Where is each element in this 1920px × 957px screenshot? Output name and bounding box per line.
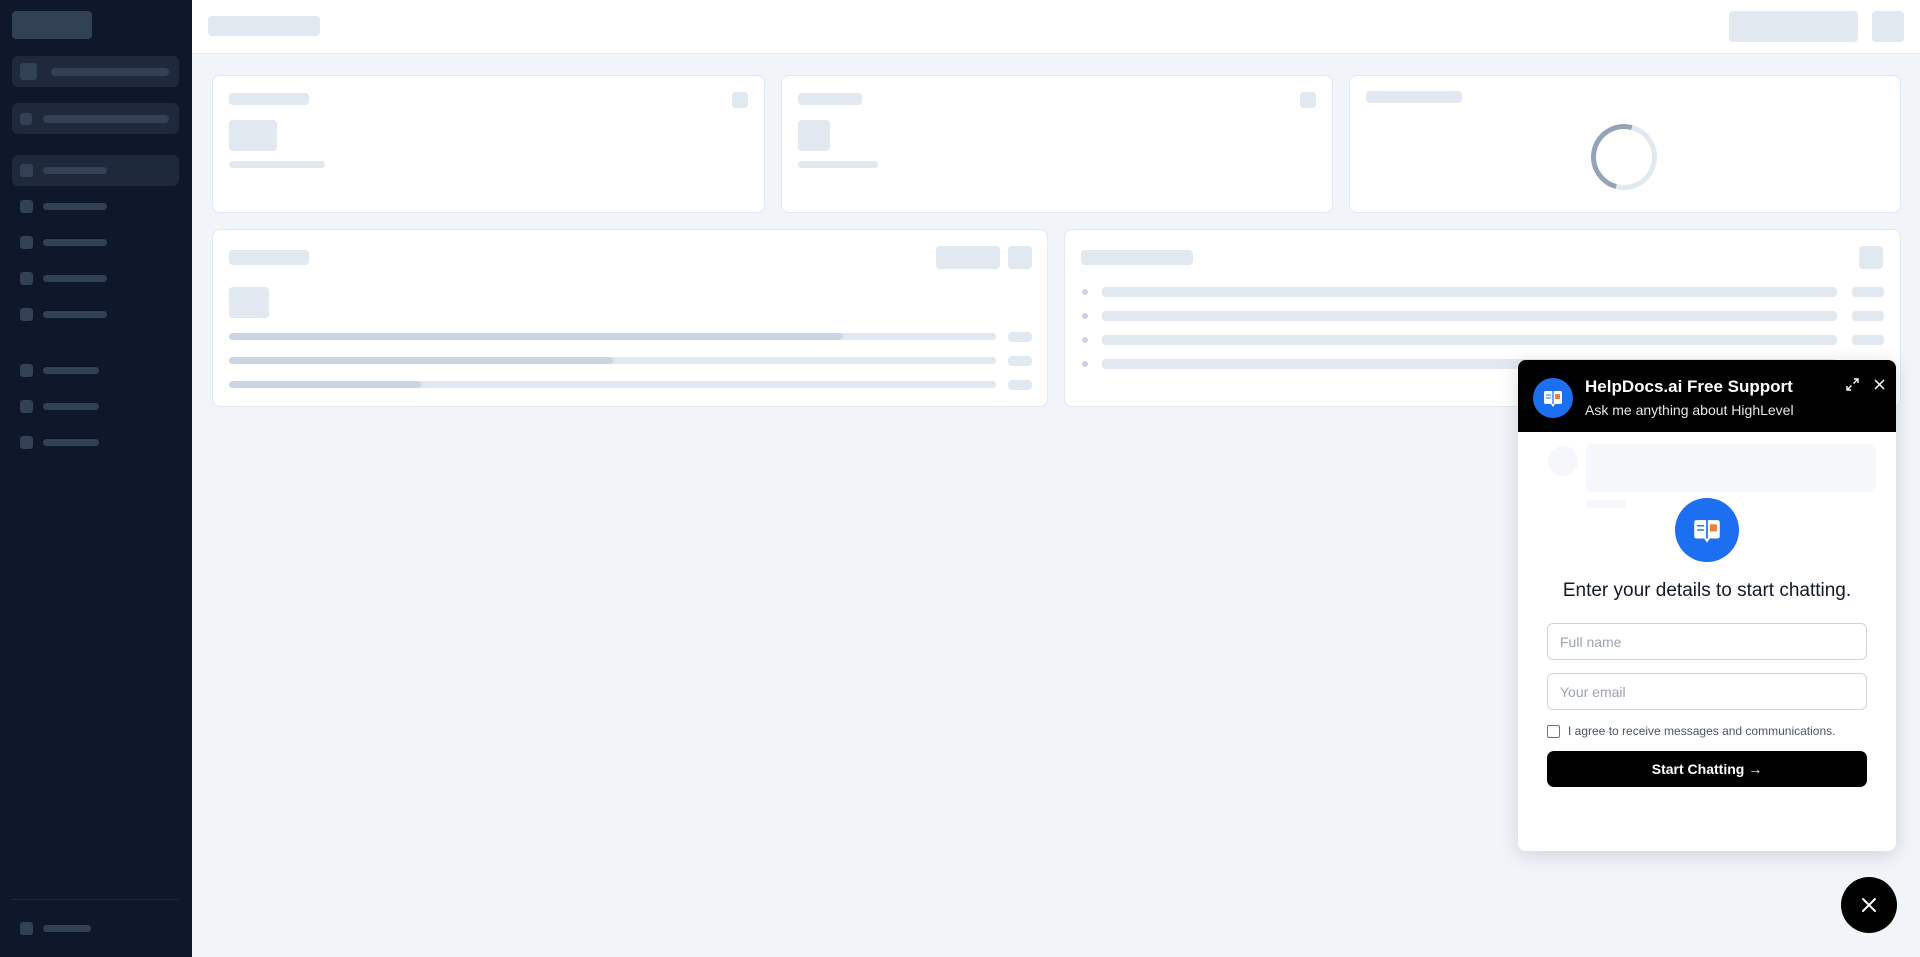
sidebar-item-placeholder [12, 155, 179, 186]
sidebar-item-placeholder [12, 427, 179, 458]
sidebar-item-placeholder [12, 355, 179, 386]
chat-prompt: Enter your details to start chatting. [1562, 580, 1852, 601]
chat-header: HelpDocs.ai Free Support Ask me anything… [1518, 360, 1896, 432]
close-icon[interactable] [1869, 374, 1889, 394]
consent-checkbox[interactable] [1547, 724, 1560, 738]
stat-card-placeholder [781, 75, 1333, 213]
sidebar-item-placeholder [12, 299, 179, 330]
sidebar-item-placeholder [12, 227, 179, 258]
stat-card-placeholder [212, 75, 765, 213]
account-switcher-placeholder [12, 56, 179, 87]
book-chat-icon [1533, 378, 1573, 418]
sidebar [0, 0, 192, 957]
progress-card-placeholder [212, 229, 1048, 407]
sidebar-divider [12, 899, 179, 900]
chat-title: HelpDocs.ai Free Support [1585, 377, 1793, 396]
page-title-placeholder [208, 16, 320, 36]
expand-icon[interactable] [1842, 374, 1862, 394]
close-icon [1862, 898, 1876, 912]
start-chatting-button[interactable]: Start Chatting → [1547, 751, 1867, 787]
topbar [192, 0, 1920, 54]
sidebar-item-placeholder [12, 391, 179, 422]
topbar-icon-placeholder [1872, 11, 1904, 42]
sidebar-item-placeholder [12, 191, 179, 222]
email-input[interactable] [1547, 673, 1867, 710]
book-chat-icon [1675, 498, 1739, 562]
progress-bar-placeholder [229, 357, 996, 364]
chat-subtitle: Ask me anything about HighLevel [1585, 402, 1794, 418]
topbar-button-placeholder [1729, 11, 1858, 42]
full-name-input[interactable] [1547, 623, 1867, 660]
sidebar-item-placeholder [12, 263, 179, 294]
chat-launcher-button[interactable] [1841, 877, 1897, 933]
sidebar-footer-placeholder [12, 913, 179, 944]
search-placeholder [12, 103, 179, 134]
logo-placeholder [12, 11, 92, 39]
consent-row: I agree to receive messages and communic… [1547, 724, 1835, 738]
consent-label: I agree to receive messages and communic… [1568, 724, 1836, 738]
progress-bar-placeholder [229, 333, 996, 340]
progress-bar-placeholder [229, 381, 996, 388]
